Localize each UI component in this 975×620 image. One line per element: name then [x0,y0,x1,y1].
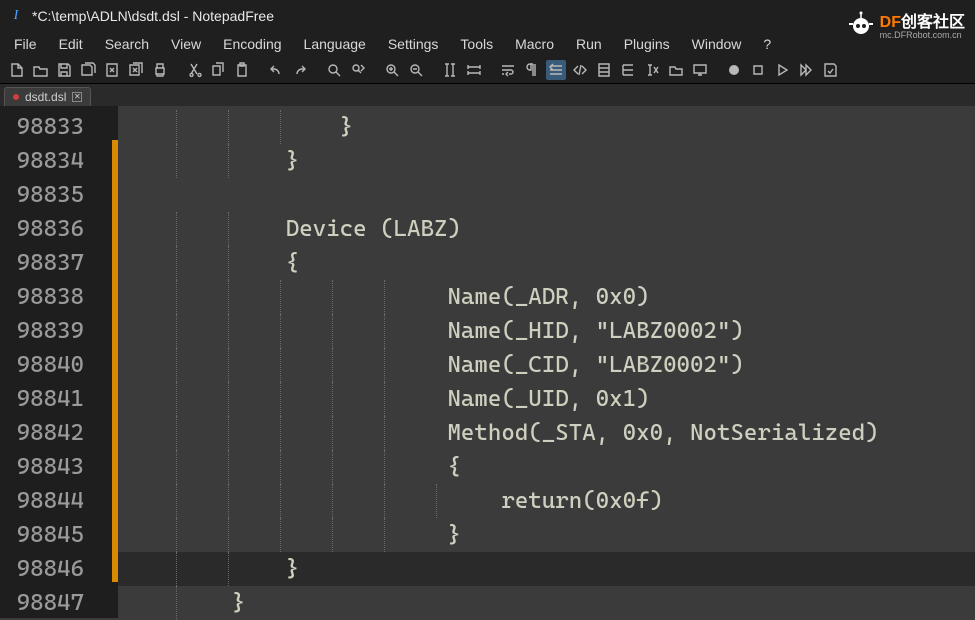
code-line[interactable]: Name(_CID, "LABZ0002") [118,348,975,382]
code-line[interactable]: } [118,586,975,620]
tab-dsdt[interactable]: dsdt.dsl ✕ [4,87,91,106]
code-line[interactable] [118,178,975,212]
print-icon[interactable] [150,60,170,80]
close-all-icon[interactable] [126,60,146,80]
toolbar [0,56,975,84]
code-line[interactable]: Method(_STA, 0x0, NotSerialized) [118,416,975,450]
code-line[interactable]: } [118,144,975,178]
menu-search[interactable]: Search [97,34,157,54]
line-number-gutter: 9883398834988359883698837988389883998840… [0,106,92,618]
menu-bar: File Edit Search View Encoding Language Settin… [0,32,975,56]
code-view[interactable]: } } Device (LABZ) { Name(_ADR, 0x0) Name… [118,106,975,618]
func-list-icon[interactable] [618,60,638,80]
wrap-icon[interactable] [498,60,518,80]
editor-area[interactable]: 9883398834988359883698837988389883998840… [0,106,975,618]
folder-icon[interactable] [666,60,686,80]
indent-guide-icon[interactable] [546,60,566,80]
logo-url: mc.DFRobot.com.cn [880,30,965,40]
find-icon[interactable] [324,60,344,80]
tab-close-icon[interactable]: ✕ [72,92,82,102]
new-file-icon[interactable] [6,60,26,80]
app-icon: I [8,8,24,24]
menu-run[interactable]: Run [568,34,610,54]
redo-icon[interactable] [290,60,310,80]
code-line[interactable]: { [118,450,975,484]
copy-icon[interactable] [208,60,228,80]
code-line[interactable]: Name(_UID, 0x1) [118,382,975,416]
logo-brand-white: 创客社区 [901,14,965,31]
undo-icon[interactable] [266,60,286,80]
menu-help[interactable]: ? [755,34,779,54]
menu-settings[interactable]: Settings [380,34,447,54]
code-line[interactable]: Name(_ADR, 0x0) [118,280,975,314]
menu-macro[interactable]: Macro [507,34,562,54]
menu-tools[interactable]: Tools [452,34,501,54]
fx-icon[interactable] [642,60,662,80]
play-icon[interactable] [772,60,792,80]
modified-indicator-icon [13,94,19,100]
save-macro-icon[interactable] [820,60,840,80]
watermark-logo: DF创客社区 mc.DFRobot.com.cn [846,4,965,44]
stop-icon[interactable] [748,60,768,80]
code-line[interactable]: } [118,110,975,144]
monitor-icon[interactable] [690,60,710,80]
record-icon[interactable] [724,60,744,80]
logo-brand-orange: DF [880,14,901,31]
sync-h-icon[interactable] [464,60,484,80]
menu-edit[interactable]: Edit [51,34,91,54]
code-icon[interactable] [570,60,590,80]
code-line[interactable]: Device (LABZ) [118,212,975,246]
cut-icon[interactable] [184,60,204,80]
tab-filename: dsdt.dsl [25,90,66,104]
menu-file[interactable]: File [6,34,45,54]
save-icon[interactable] [54,60,74,80]
paste-icon[interactable] [232,60,252,80]
marker-margin [92,106,112,618]
close-icon[interactable] [102,60,122,80]
zoom-in-icon[interactable] [382,60,402,80]
code-line[interactable]: Name(_HID, "LABZ0002") [118,314,975,348]
code-line[interactable]: } [118,552,975,586]
save-all-icon[interactable] [78,60,98,80]
code-line[interactable]: return(0x0f) [118,484,975,518]
pilcrow-icon[interactable] [522,60,542,80]
menu-language[interactable]: Language [296,34,374,54]
zoom-out-icon[interactable] [406,60,426,80]
doc-map-icon[interactable] [594,60,614,80]
window-title: *C:\temp\ADLN\dsdt.dsl - NotepadFree [32,8,274,24]
robot-icon [846,11,876,37]
title-bar: I *C:\temp\ADLN\dsdt.dsl - NotepadFree [0,0,975,32]
menu-window[interactable]: Window [684,34,750,54]
play-fast-icon[interactable] [796,60,816,80]
open-icon[interactable] [30,60,50,80]
menu-view[interactable]: View [163,34,209,54]
tab-bar: dsdt.dsl ✕ [0,84,975,106]
menu-plugins[interactable]: Plugins [616,34,678,54]
code-line[interactable]: } [118,518,975,552]
replace-icon[interactable] [348,60,368,80]
sync-v-icon[interactable] [440,60,460,80]
code-line[interactable]: { [118,246,975,280]
menu-encoding[interactable]: Encoding [215,34,289,54]
